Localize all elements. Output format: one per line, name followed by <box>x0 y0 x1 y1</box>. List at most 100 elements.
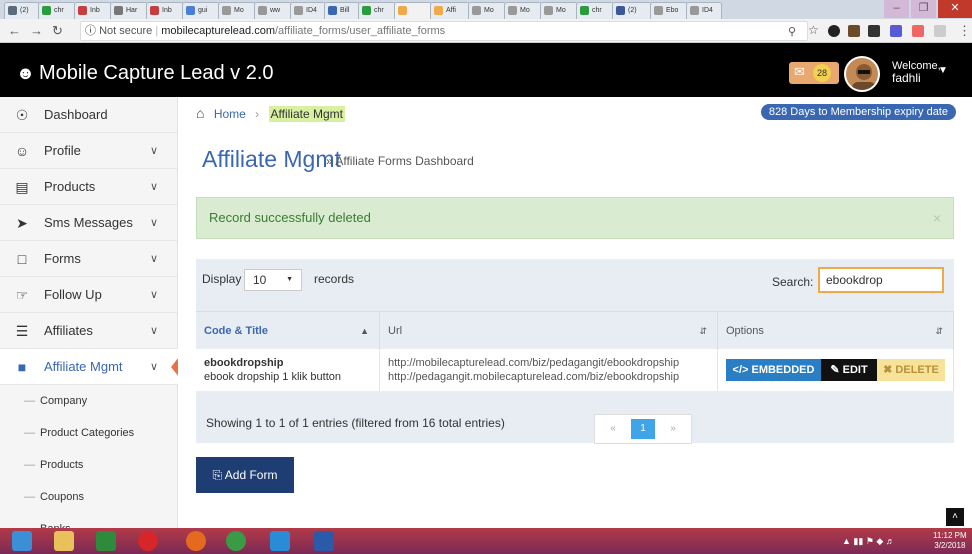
scroll-to-top-button[interactable]: ˄ <box>946 508 964 526</box>
browser-tab[interactable] <box>394 2 432 19</box>
column-header-url[interactable]: Url ⇵ <box>380 311 718 349</box>
browser-tab[interactable]: ID4 <box>686 2 722 19</box>
submenu-item-coupons[interactable]: — Coupons <box>0 481 178 513</box>
browser-tab[interactable]: Mo <box>540 2 578 19</box>
star-icon[interactable]: ☆ <box>808 23 819 37</box>
tab-favicon-icon <box>654 6 663 15</box>
firefox-icon[interactable] <box>186 531 206 551</box>
sidebar-item-profile[interactable]: ☺ Profile ∨ <box>0 133 178 169</box>
tab-label: Har <box>126 7 138 14</box>
browser-tab[interactable]: ww <box>254 2 292 19</box>
browser-tab[interactable]: Ebo <box>650 2 688 19</box>
edit-button[interactable]: ✎ EDIT <box>821 359 877 381</box>
menu-icon[interactable]: ⋮ <box>958 23 971 39</box>
extension-icon-2[interactable] <box>848 25 860 37</box>
extension-icon-1[interactable] <box>828 25 840 37</box>
submenu-item-label: Products <box>40 459 84 471</box>
sidebar-item-sms-messages[interactable]: ➤ Sms Messages ∨ <box>0 205 178 241</box>
page-subtitle: » Affiliate Forms Dashboard <box>326 154 474 168</box>
extension-icon-4[interactable] <box>890 25 902 37</box>
prev-page-button[interactable]: « <box>601 419 625 439</box>
page-1-button[interactable]: 1 <box>631 419 655 439</box>
list-icon: ☰ <box>15 323 29 339</box>
messages-button[interactable]: ✉ 28 <box>789 62 839 84</box>
home-icon[interactable]: ⌂ <box>196 105 204 121</box>
brand[interactable]: ☻ Mobile Capture Lead v 2.0 <box>16 62 274 85</box>
submenu-item-product-categories[interactable]: — Product Categories <box>0 417 178 449</box>
caret-down-icon[interactable]: ▼ <box>938 65 948 76</box>
browser-tab[interactable]: Mo <box>218 2 256 19</box>
tab-label: chr <box>592 7 602 14</box>
extension-icon-6[interactable] <box>934 25 946 37</box>
send-icon: ➤ <box>16 215 28 231</box>
avatar[interactable] <box>844 56 880 92</box>
embedded-button[interactable]: </> EMBEDDED <box>726 359 821 381</box>
submenu-item-company[interactable]: — Company <box>0 385 178 417</box>
sidebar-item-dashboard[interactable]: ☉ Dashboard <box>0 97 178 133</box>
browser-tab[interactable]: Inb <box>146 2 184 19</box>
edge-icon[interactable] <box>270 531 290 551</box>
sidebar-item-label: Profile <box>44 143 81 158</box>
info-icon[interactable]: ⓘ <box>85 25 96 37</box>
browser-tab[interactable]: chr <box>358 2 396 19</box>
close-window-button[interactable]: ✕ <box>938 0 972 18</box>
browser-tab[interactable]: (2) <box>612 2 652 19</box>
browser-tab[interactable]: gui <box>182 2 220 19</box>
reload-icon[interactable]: ↻ <box>52 23 63 39</box>
extension-icon-3[interactable] <box>868 25 880 37</box>
display-label: Display <box>202 272 242 286</box>
opera-icon[interactable] <box>138 531 158 551</box>
success-alert: Record successfully deleted × <box>196 197 954 239</box>
browser-tab[interactable]: Mo <box>504 2 542 19</box>
minimize-button[interactable]: – <box>884 0 909 18</box>
file-explorer-icon[interactable] <box>54 531 74 551</box>
browser-tab[interactable]: Affi <box>430 2 470 19</box>
browser-tab[interactable]: Bill <box>324 2 360 19</box>
word-icon[interactable] <box>314 531 334 551</box>
column-header-options[interactable]: Options ⇵ <box>718 311 954 349</box>
chevron-down-icon: ∨ <box>150 325 159 337</box>
browser-tab[interactable]: ID4 <box>290 2 326 19</box>
windows-start-icon[interactable] <box>12 531 32 551</box>
alert-close-icon[interactable]: × <box>933 198 941 238</box>
sidebar-item-affiliate-mgmt[interactable]: ■ Affiliate Mgmt ∨ <box>0 349 179 385</box>
browser-tab[interactable]: chr <box>38 2 76 19</box>
sidebar-item-follow-up[interactable]: ☞ Follow Up ∨ <box>0 277 178 313</box>
breadcrumb-home[interactable]: Home <box>214 107 246 121</box>
browser-tab[interactable]: Inb <box>74 2 112 19</box>
zoom-icon[interactable]: ⚲ <box>788 25 796 38</box>
tab-label: Ebo <box>666 7 679 14</box>
next-page-button[interactable]: » <box>661 419 685 439</box>
tab-favicon-icon <box>434 6 443 15</box>
restore-button[interactable]: ❐ <box>911 0 936 18</box>
sidebar-item-affiliates[interactable]: ☰ Affiliates ∨ <box>0 313 178 349</box>
sidebar-item-forms[interactable]: □ Forms ∨ <box>0 241 178 277</box>
delete-button[interactable]: ✖ DELETE <box>877 359 945 381</box>
page-size-select[interactable]: 10 ▼ <box>244 269 302 291</box>
form-url-2[interactable]: http://pedagangit.mobilecapturelead.com/… <box>388 370 709 384</box>
welcome-text[interactable]: Welcome, fadhli <box>892 60 941 84</box>
column-header-code-title[interactable]: Code & Title ▲ <box>196 311 380 349</box>
add-form-button[interactable]: ⎘ Add Form <box>196 457 294 493</box>
url-input[interactable]: ⓘ Not secure | mobilecapturelead.com/aff… <box>80 21 808 41</box>
tab-label: (2) <box>628 7 637 14</box>
alert-message: Record successfully deleted <box>209 210 371 225</box>
submenu-item-products[interactable]: — Products <box>0 449 178 481</box>
store-icon[interactable] <box>96 531 116 551</box>
extension-icon-5[interactable] <box>912 25 924 37</box>
browser-tab[interactable]: (2) <box>4 2 40 19</box>
forward-icon[interactable]: → <box>30 23 43 38</box>
back-icon[interactable]: ← <box>8 23 21 38</box>
form-url-1[interactable]: http://mobilecapturelead.com/biz/pedagan… <box>388 356 709 370</box>
chevron-down-icon: ∨ <box>150 289 159 301</box>
breadcrumb-separator: › <box>255 107 260 121</box>
browser-tab[interactable]: chr <box>576 2 614 19</box>
tab-label: Bill <box>340 7 350 14</box>
sidebar-item-products[interactable]: ▤ Products ∨ <box>0 169 178 205</box>
clock[interactable]: 11:12 PM 3/2/2018 <box>933 531 967 551</box>
browser-tab[interactable]: Mo <box>468 2 506 19</box>
chrome-icon[interactable] <box>226 531 246 551</box>
search-input[interactable] <box>818 267 944 293</box>
browser-tab[interactable]: Har <box>110 2 148 19</box>
system-tray[interactable]: ▲ ▮▮ ⚑ ◆ ♬ <box>842 536 895 547</box>
